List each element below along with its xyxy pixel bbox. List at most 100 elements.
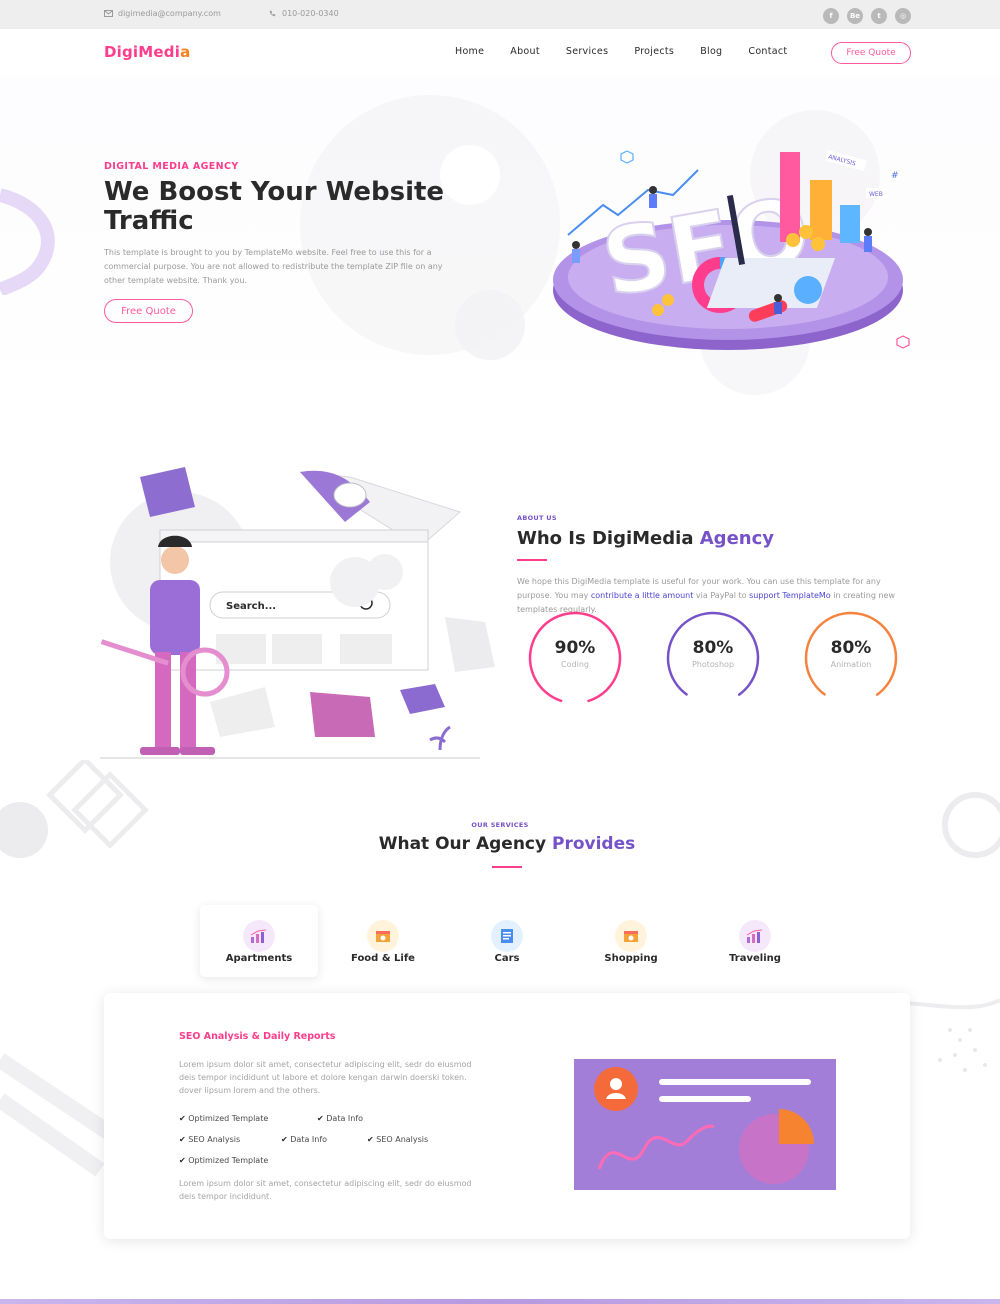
site-logo[interactable]: DigiMedia [104,43,190,61]
services-title-accent: Provides [552,834,636,854]
report-illustration [574,1059,836,1190]
check-item: ✔ SEO Analysis [179,1135,240,1144]
search-placeholder-graphic: Search... [226,601,276,612]
nav-home[interactable]: Home [455,46,484,57]
about-desc-part-2: via PayPal to [693,591,750,600]
support-templatemo-link[interactable]: support TemplateMo [749,591,831,600]
tab-apartments[interactable]: Apartments [200,905,318,977]
panel-paragraph-2: Lorem ipsum dolor sit amet, consectetur … [179,1179,472,1201]
search-illustration: Search... [100,467,495,759]
check-icon: ✔ [367,1135,374,1144]
check-icon: ✔ [179,1135,186,1144]
chart-icon [739,920,771,952]
check-label: Data Info [326,1114,364,1123]
top-bar: digimedia@company.com 010-020-0340 f Be … [0,0,1000,29]
check-label: SEO Analysis [376,1135,429,1144]
nav-projects[interactable]: Projects [634,46,674,57]
bg-shape [455,290,525,360]
seo-illustration: SEO ANALYSIS WEB # [553,149,903,350]
web-tag: WEB [869,191,883,198]
logo-tail: a [180,43,191,61]
header-free-quote-button[interactable]: Free Quote [831,42,911,64]
tab-label: Apartments [225,953,293,964]
stat-value: 80% [830,638,872,658]
about-title-accent: Agency [699,528,774,549]
about-title-main: Who Is DigiMedia [517,528,694,549]
social-links: f Be t ◎ [823,8,911,24]
check-item: ✔ Data Info [281,1135,327,1144]
shopping-icon [615,920,647,952]
stat-label: Animation [830,660,872,669]
hero-free-quote-button[interactable]: Free Quote [104,299,193,323]
check-icon: ✔ [281,1135,288,1144]
stat-animation: 80% Animation [803,610,899,706]
email-contact[interactable]: digimedia@company.com [104,9,221,18]
chart-icon [243,920,275,952]
contribute-link[interactable]: contribute a little amount [591,591,693,600]
hash-tag: # [891,171,899,181]
cube-icon [896,335,910,349]
twitter-icon[interactable]: t [871,8,887,24]
progress-ring [666,611,760,705]
tab-label: Food & Life [351,953,415,964]
tab-label: Traveling [729,953,781,964]
hero-description: This template is brought to you by Templ… [104,248,443,285]
services-kicker: OUR SERVICES [471,821,529,829]
phone-text: 010-020-0340 [282,9,339,18]
stat-value: 80% [692,638,734,658]
main-header: DigiMedia Home About Services Projects B… [0,29,1000,75]
check-label: Data Info [290,1135,328,1144]
email-text: digimedia@company.com [118,9,221,18]
envelope-icon [104,10,113,17]
check-item: ✔ Optimized Template [179,1156,268,1165]
check-item: ✔ Data Info [317,1114,363,1123]
check-item: ✔ Optimized Template [179,1114,268,1123]
check-icon: ✔ [317,1114,324,1123]
nav-contact[interactable]: Contact [748,46,787,57]
panel-paragraph-1: Lorem ipsum dolor sit amet, consectetur … [179,1060,472,1095]
tab-shopping[interactable]: Shopping [572,905,690,977]
progress-ring [804,611,898,705]
check-label: Optimized Template [188,1156,269,1165]
phone-contact[interactable]: 010-020-0340 [268,9,339,18]
cube-icon [620,150,634,164]
phone-icon [269,10,276,17]
nav-about[interactable]: About [510,46,540,57]
food-icon [367,920,399,952]
progress-ring [528,611,622,705]
stat-label: Photoshop [691,660,735,669]
services-divider [492,866,522,868]
check-item: ✔ SEO Analysis [367,1135,428,1144]
panel-title: SEO Analysis & Daily Reports [179,1031,336,1042]
tab-food-life[interactable]: Food & Life [324,905,442,977]
about-kicker: ABOUT US [517,514,557,522]
dribbble-icon[interactable]: ◎ [895,8,911,24]
services-title: What Our Agency Provides [0,834,1000,854]
tab-traveling[interactable]: Traveling [696,905,814,977]
nav-blog[interactable]: Blog [700,46,722,57]
about-title: Who Is DigiMedia Agency [517,528,774,549]
check-label: Optimized Template [188,1114,269,1123]
check-icon: ✔ [179,1156,186,1165]
facebook-icon[interactable]: f [823,8,839,24]
about-divider [517,559,547,561]
stat-coding: 90% Coding [527,610,623,706]
tab-label: Shopping [604,953,658,964]
services-title-main: What Our Agency [378,834,547,854]
wave-decoration [0,188,55,295]
document-icon [491,920,523,952]
stat-value: 90% [554,638,596,658]
check-icon: ✔ [179,1114,186,1123]
hero-title: We Boost Your Website Traffic [104,177,445,236]
behance-icon[interactable]: Be [847,8,863,24]
tab-cars[interactable]: Cars [448,905,566,977]
hero-kicker: DIGITAL MEDIA AGENCY [104,161,239,172]
logo-text: DigiMedi [104,43,181,61]
tab-label: Cars [494,953,520,964]
stat-photoshop: 80% Photoshop [665,610,761,706]
main-nav: Home About Services Projects Blog Contac… [455,46,813,57]
footer-accent-bar [0,1299,1000,1304]
stat-label: Coding [561,660,589,669]
nav-services[interactable]: Services [566,46,608,57]
check-label: SEO Analysis [188,1135,241,1144]
